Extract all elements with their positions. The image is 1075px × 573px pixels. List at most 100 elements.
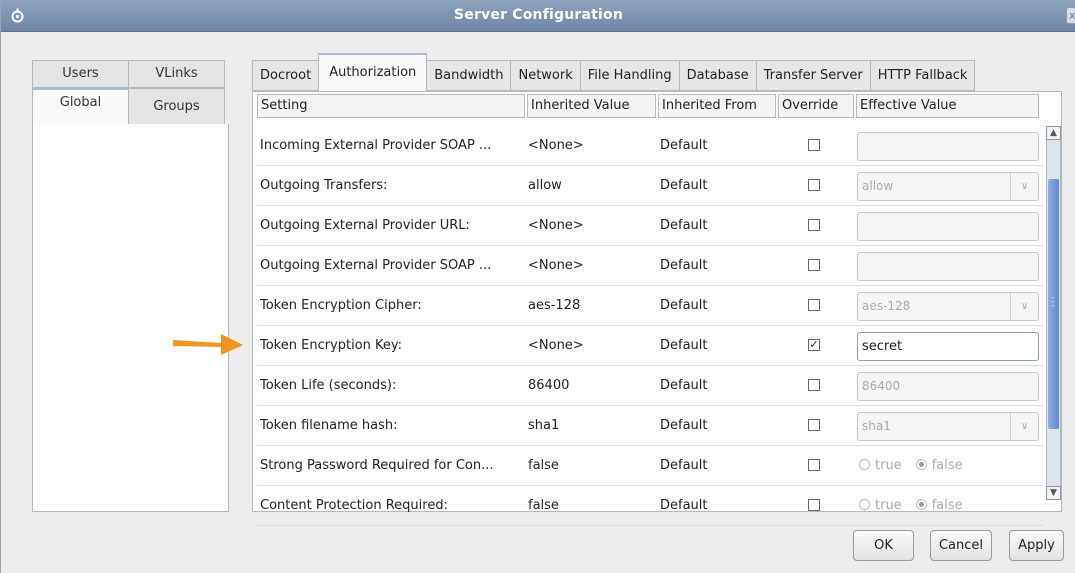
table-row[interactable]: Outgoing Transfers: allow Default allow ∨ xyxy=(257,166,1043,206)
inherited-value: <None> xyxy=(528,338,584,353)
tab-authorization[interactable]: Authorization xyxy=(318,53,428,91)
column-header-inherited-from[interactable]: Inherited From xyxy=(658,94,776,118)
tab-bandwidth[interactable]: Bandwidth xyxy=(426,60,512,91)
tab-database[interactable]: Database xyxy=(678,60,757,91)
override-checkbox[interactable] xyxy=(808,178,820,191)
radio-label: false xyxy=(931,458,963,473)
inherited-from: Default xyxy=(660,178,708,193)
effective-value-combo[interactable]: aes-128 ∨ xyxy=(857,292,1039,321)
server-configuration-window: Server Configuration x Users VLinks Glob… xyxy=(0,0,1075,573)
override-checkbox[interactable] xyxy=(808,298,820,311)
effective-value-field[interactable] xyxy=(857,132,1039,161)
title-bar: Server Configuration x xyxy=(1,0,1075,32)
scroll-up-icon[interactable]: ▲ xyxy=(1046,126,1061,140)
override-checkbox[interactable] xyxy=(808,418,820,431)
table-row[interactable]: Content Protection Required: false Default… xyxy=(257,486,1043,526)
inherited-from: Default xyxy=(660,378,708,393)
override-checkbox[interactable] xyxy=(808,138,820,151)
setting-name: Outgoing External Provider URL: xyxy=(260,218,470,233)
radio-true[interactable] xyxy=(859,459,870,470)
left-tabs-row-2: Global Groups xyxy=(32,88,225,125)
effective-value-field[interactable]: 86400 xyxy=(857,372,1039,401)
chevron-down-icon[interactable]: ∨ xyxy=(1010,293,1038,320)
effective-radio-group: true false xyxy=(859,446,977,485)
effective-value-text: allow xyxy=(862,179,894,193)
inherited-from: Default xyxy=(660,418,708,433)
setting-name: Content Protection Required: xyxy=(260,498,448,513)
scroll-down-icon[interactable]: ▼ xyxy=(1046,486,1061,500)
table-row[interactable]: Token Encryption Cipher: aes-128 Default ae… xyxy=(257,286,1043,326)
override-checkbox-cell xyxy=(808,286,828,325)
tab-vlinks[interactable]: VLinks xyxy=(128,60,225,88)
table-row[interactable]: Strong Password Required for Con... false… xyxy=(257,446,1043,486)
global-settings-tree[interactable] xyxy=(32,124,229,512)
column-header-override[interactable]: Override xyxy=(778,94,854,118)
effective-value-text: sha1 xyxy=(862,419,891,433)
radio-true[interactable] xyxy=(859,499,870,510)
column-header-setting[interactable]: Setting xyxy=(257,94,525,118)
override-checkbox[interactable] xyxy=(808,258,820,271)
column-header-inherited-value[interactable]: Inherited Value xyxy=(527,94,656,118)
effective-value-combo[interactable]: allow ∨ xyxy=(857,172,1039,201)
inherited-from: Default xyxy=(660,338,708,353)
close-icon[interactable]: x xyxy=(1066,7,1075,24)
inherited-value: false xyxy=(528,458,559,473)
inherited-value: 86400 xyxy=(528,378,570,393)
radio-false[interactable] xyxy=(915,499,927,510)
effective-value-field[interactable]: secret xyxy=(857,332,1039,361)
window-title: Server Configuration xyxy=(453,7,624,23)
override-checkbox[interactable] xyxy=(808,378,820,391)
apply-button[interactable]: Apply xyxy=(1009,530,1064,561)
table-row[interactable]: Token Encryption Key: <None> Default ✓ secre… xyxy=(257,326,1043,366)
radio-false[interactable] xyxy=(915,459,927,470)
settings-table: Setting Inherited Value Inherited From O… xyxy=(252,91,1062,526)
tab-transfer-server[interactable]: Transfer Server xyxy=(755,60,871,91)
annotation-arrow-icon xyxy=(173,334,243,355)
inherited-value: false xyxy=(528,498,559,513)
inherited-value: <None> xyxy=(528,258,584,273)
effective-value-text: 86400 xyxy=(862,379,901,393)
radio-label: true xyxy=(875,498,902,513)
tab-docroot[interactable]: Docroot xyxy=(252,60,320,91)
column-header-effective-value[interactable]: Effective Value xyxy=(856,94,1039,118)
ok-button[interactable]: OK xyxy=(853,530,914,561)
inherited-value: <None> xyxy=(528,218,584,233)
override-checkbox-cell xyxy=(808,166,828,205)
inherited-from: Default xyxy=(660,458,708,473)
radio-label: false xyxy=(931,498,963,513)
tab-network[interactable]: Network xyxy=(510,60,581,91)
tab-users[interactable]: Users xyxy=(32,60,129,88)
vertical-scrollbar[interactable]: ▲ – – – ▼ xyxy=(1046,126,1061,500)
tab-file-handling[interactable]: File Handling xyxy=(579,60,680,91)
inherited-value: aes-128 xyxy=(528,298,581,313)
radio-label: true xyxy=(875,458,902,473)
scroll-thumb[interactable]: – – – xyxy=(1048,179,1059,429)
tab-global[interactable]: Global xyxy=(32,88,129,125)
chevron-down-icon[interactable]: ∨ xyxy=(1010,413,1038,440)
setting-name: Token Encryption Key: xyxy=(260,338,403,353)
override-checkbox[interactable] xyxy=(808,218,820,231)
table-row[interactable]: Token Life (seconds): 86400 Default 86400 xyxy=(257,366,1043,406)
left-tabs-row-1: Users VLinks xyxy=(32,60,225,88)
table-row[interactable]: Outgoing External Provider SOAP ... <None… xyxy=(257,246,1043,286)
override-checkbox[interactable] xyxy=(808,498,820,511)
setting-name: Outgoing External Provider SOAP ... xyxy=(260,258,492,273)
effective-value-field[interactable] xyxy=(857,252,1039,281)
override-checkbox-cell xyxy=(808,366,828,405)
table-row[interactable]: Outgoing External Provider URL: <None> Def… xyxy=(257,206,1043,246)
setting-name: Token filename hash: xyxy=(260,418,398,433)
tab-groups[interactable]: Groups xyxy=(128,88,225,125)
inherited-from: Default xyxy=(660,258,708,273)
override-checkbox[interactable]: ✓ xyxy=(808,338,820,351)
tab-http-fallback[interactable]: HTTP Fallback xyxy=(869,60,976,91)
override-checkbox[interactable] xyxy=(808,458,820,471)
effective-radio-group: true false xyxy=(859,486,977,525)
override-checkbox-cell xyxy=(808,206,828,245)
chevron-down-icon[interactable]: ∨ xyxy=(1010,173,1038,200)
table-row[interactable]: Token filename hash: sha1 Default sha1 ∨ xyxy=(257,406,1043,446)
effective-value-combo[interactable]: sha1 ∨ xyxy=(857,412,1039,441)
effective-value-field[interactable] xyxy=(857,212,1039,241)
cancel-button[interactable]: Cancel xyxy=(930,530,992,561)
inherited-from: Default xyxy=(660,498,708,513)
table-row[interactable]: Incoming External Provider SOAP ... <None… xyxy=(257,126,1043,166)
